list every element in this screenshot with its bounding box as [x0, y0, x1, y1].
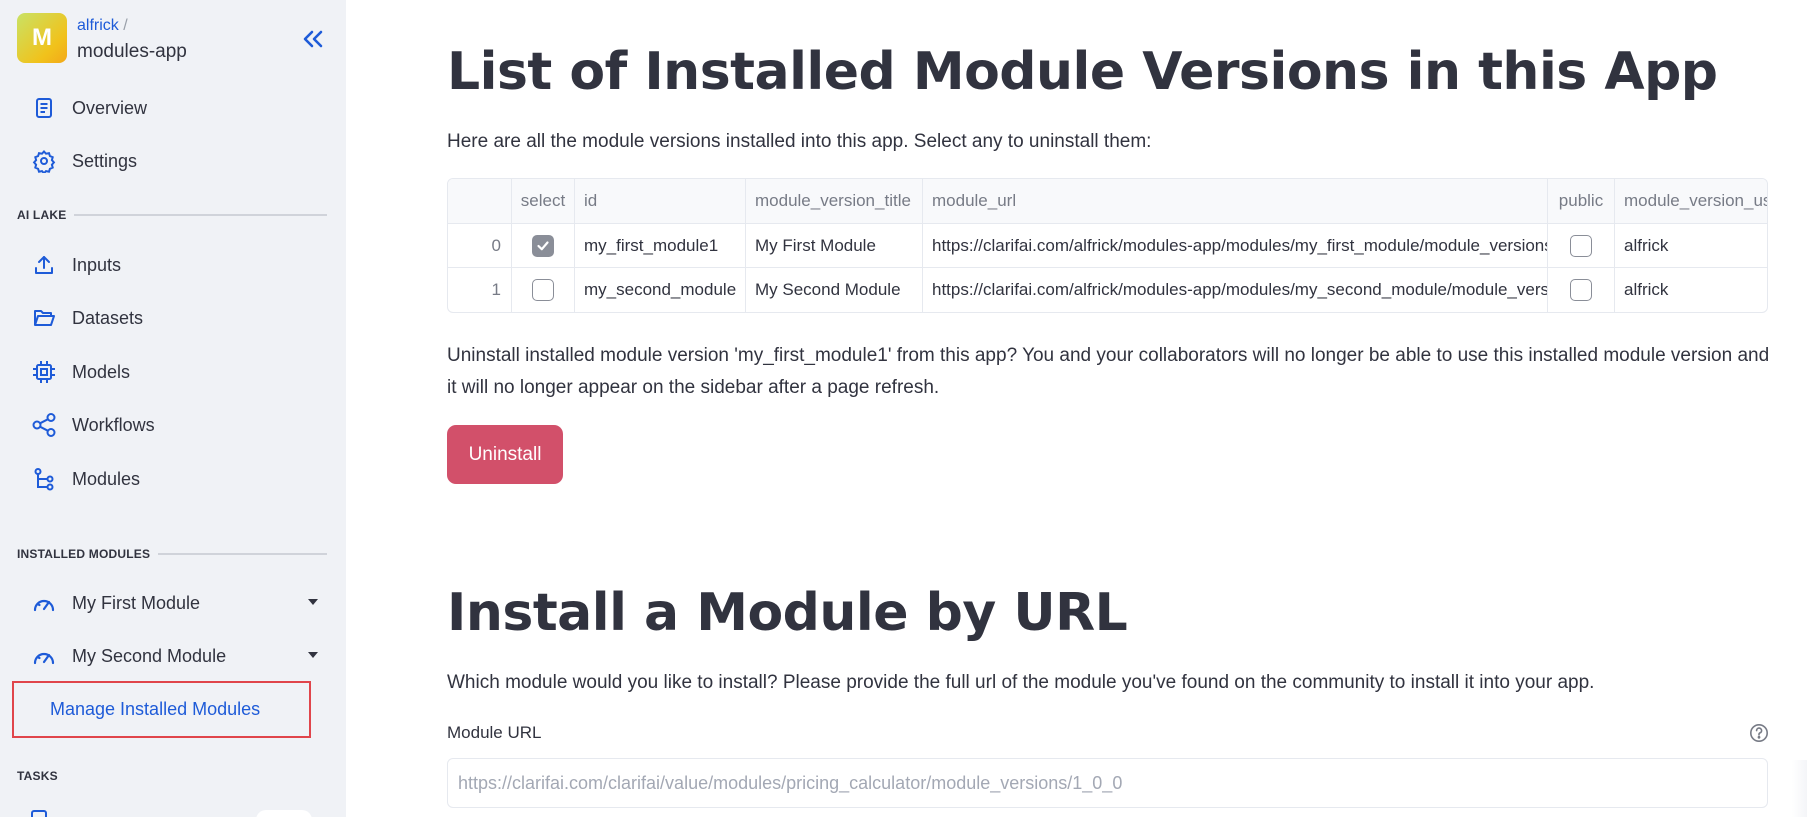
- id-cell: my_second_module: [575, 268, 746, 312]
- column-header-url[interactable]: module_url: [923, 179, 1548, 223]
- document-icon: [30, 94, 58, 122]
- manage-installed-modules-link[interactable]: Manage Installed Modules: [12, 681, 311, 738]
- sidebar-item-label: Inputs: [72, 254, 122, 275]
- column-header-select[interactable]: select: [512, 179, 575, 223]
- share-nodes-icon: [30, 411, 58, 439]
- row-index: 0: [448, 224, 512, 267]
- installed-modules-table: select id module_version_title module_ur…: [447, 178, 1768, 313]
- sidebar-item-modules[interactable]: Modules: [30, 461, 330, 497]
- manage-installed-modules-label: Manage Installed Modules: [50, 699, 261, 719]
- sidebar-item-workflows[interactable]: Workflows: [30, 407, 330, 443]
- public-cell: [1548, 268, 1615, 312]
- column-header-title[interactable]: module_version_title: [746, 179, 923, 223]
- module-url-input[interactable]: [447, 758, 1768, 808]
- folder-open-icon: [30, 304, 58, 332]
- public-checkbox[interactable]: [1570, 279, 1592, 301]
- sidebar-item-my-second-module[interactable]: My Second Module: [30, 638, 330, 674]
- page-title: List of Installed Module Versions in thi…: [447, 42, 1718, 102]
- select-cell: [512, 268, 575, 312]
- sidebar-item-label: Datasets: [72, 307, 144, 328]
- section-divider: [158, 553, 327, 555]
- table-row[interactable]: 0 my_first_module1 My First Module https…: [448, 224, 1767, 268]
- intro-text: Here are all the module versions install…: [447, 131, 1152, 152]
- row-index: 1: [448, 268, 512, 312]
- scroll-edge: [1792, 760, 1807, 817]
- section-divider: [74, 214, 327, 216]
- sidebar-item-datasets[interactable]: Datasets: [30, 300, 330, 336]
- id-cell: my_first_module1: [575, 224, 746, 267]
- title-cell: My First Module: [746, 224, 923, 267]
- section-heading-tasks: TASKS: [17, 768, 327, 784]
- select-cell: [512, 224, 575, 267]
- gear-icon: [30, 147, 58, 175]
- section-heading-text: AI LAKE: [17, 208, 67, 222]
- sidebar-item-label: Modules: [72, 468, 141, 489]
- sidebar: M alfrick / modules-app Overview Setting…: [0, 0, 346, 817]
- help-circle-icon[interactable]: [1749, 723, 1769, 743]
- app-header: M alfrick / modules-app: [17, 13, 327, 65]
- sidebar-item-my-first-module[interactable]: My First Module: [30, 585, 330, 621]
- main-content: List of Installed Module Versions in thi…: [346, 0, 1807, 817]
- sidebar-item-label: Models: [72, 361, 131, 382]
- column-header-index[interactable]: [448, 179, 512, 223]
- sidebar-item-label: Settings: [72, 150, 138, 171]
- uninstall-confirmation-text: Uninstall installed module version 'my_f…: [447, 345, 1770, 398]
- gauge-icon: [30, 589, 58, 617]
- breadcrumb-separator: /: [123, 17, 128, 34]
- uninstall-button[interactable]: Uninstall: [447, 425, 563, 484]
- section-heading-text: TASKS: [17, 769, 58, 783]
- sidebar-item-settings[interactable]: Settings: [30, 143, 330, 179]
- caret-down-icon[interactable]: [306, 595, 320, 609]
- sidebar-item-overview[interactable]: Overview: [30, 90, 330, 126]
- install-section-title: Install a Module by URL: [447, 583, 1128, 643]
- upload-icon: [30, 251, 58, 279]
- section-heading-installed-modules: INSTALLED MODULES: [17, 546, 327, 562]
- table-header-row: select id module_version_title module_ur…: [448, 179, 1767, 224]
- sidebar-item-label: My First Module: [72, 592, 201, 613]
- user-link[interactable]: alfrick: [77, 17, 119, 34]
- user-cell: alfrick: [1624, 280, 1669, 299]
- sidebar-item-models[interactable]: Models: [30, 354, 330, 390]
- table-row[interactable]: 1 my_second_module My Second Module http…: [448, 268, 1767, 312]
- row-select-checkbox[interactable]: [532, 234, 554, 257]
- public-cell: [1548, 224, 1615, 267]
- url-cell: https://clarifai.com/alfrick/modules-app…: [923, 268, 1548, 312]
- public-checkbox[interactable]: [1570, 234, 1592, 257]
- sidebar-item-label: Overview: [72, 97, 148, 118]
- caret-down-icon[interactable]: [306, 648, 320, 662]
- tasks-item-icon[interactable]: [30, 805, 50, 817]
- install-description: Which module would you like to install? …: [447, 672, 1595, 693]
- row-select-checkbox[interactable]: [532, 279, 554, 301]
- gauge-icon: [30, 642, 58, 670]
- tree-icon: [30, 465, 58, 493]
- sidebar-item-label: Workflows: [72, 414, 155, 435]
- column-header-id[interactable]: id: [575, 179, 746, 223]
- user-cell: alfrick: [1624, 235, 1669, 255]
- sidebar-item-label: My Second Module: [72, 645, 227, 666]
- breadcrumb: alfrick /: [77, 17, 128, 35]
- sidebar-item-inputs[interactable]: Inputs: [30, 247, 330, 283]
- collapse-sidebar-icon[interactable]: [299, 27, 327, 51]
- url-cell: https://clarifai.com/alfrick/modules-app…: [923, 224, 1548, 267]
- section-heading-text: INSTALLED MODULES: [17, 547, 151, 561]
- chip-icon: [30, 358, 58, 386]
- section-heading-ai-lake: AI LAKE: [17, 207, 327, 223]
- app-avatar[interactable]: M: [17, 13, 67, 63]
- check-icon: [537, 240, 549, 250]
- toggle-switch[interactable]: [256, 810, 312, 817]
- column-header-user[interactable]: module_version_us: [1615, 179, 1767, 223]
- module-url-label: Module URL: [447, 723, 542, 742]
- title-cell: My Second Module: [746, 268, 923, 312]
- app-name[interactable]: modules-app: [77, 41, 187, 63]
- column-header-public[interactable]: public: [1548, 179, 1615, 223]
